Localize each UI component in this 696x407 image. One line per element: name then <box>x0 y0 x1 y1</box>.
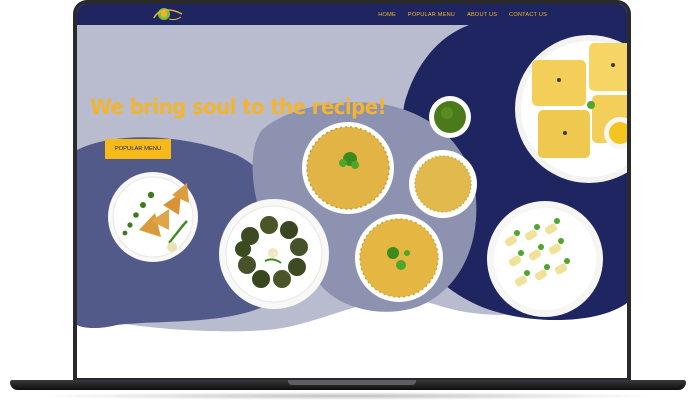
laptop-notch <box>288 380 416 385</box>
laptop-shadow <box>30 392 666 400</box>
nav-menu: HOME POPULAR MENU ABOUT US CONTACT US <box>378 4 547 25</box>
top-navbar: HOME POPULAR MENU ABOUT US CONTACT US <box>77 4 627 25</box>
khaman-bowl <box>302 122 394 214</box>
sev-bowl <box>409 150 477 218</box>
brand-logo[interactable] <box>151 5 185 23</box>
hero-background <box>77 25 627 332</box>
nav-popular-menu-link[interactable]: POPULAR MENU <box>408 12 455 18</box>
samosa-plate <box>108 172 198 262</box>
browser-screen: HOME POPULAR MENU ABOUT US CONTACT US We… <box>77 4 627 378</box>
patra-plate <box>219 199 329 309</box>
green-chutney-bowl <box>429 96 471 138</box>
hero-headline: We bring soul to the recipe! <box>90 95 387 119</box>
hero-section: We bring soul to the recipe! POPULAR MEN… <box>77 25 627 378</box>
popular-menu-button[interactable]: POPULAR MENU <box>105 139 171 159</box>
upma-bowl <box>355 214 443 302</box>
khandvi-plate <box>487 201 603 317</box>
nav-about-us-link[interactable]: ABOUT US <box>467 12 497 18</box>
nav-home-link[interactable]: HOME <box>378 12 396 18</box>
nav-contact-us-link[interactable]: CONTACT US <box>509 12 547 18</box>
